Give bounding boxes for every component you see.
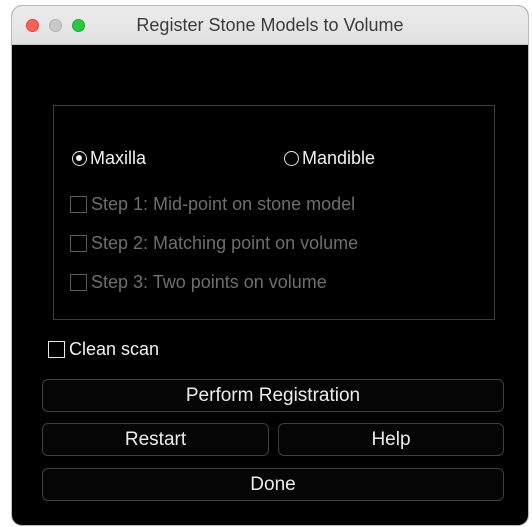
clean-scan-checkbox[interactable]: Clean scan (48, 339, 159, 360)
step-2-checkbox-box (70, 235, 87, 252)
step-1-checkbox-box (70, 196, 87, 213)
help-button[interactable]: Help (278, 423, 504, 456)
mandible-radio-indicator[interactable] (284, 151, 299, 166)
mandible-radio-label: Mandible (302, 148, 376, 168)
step-3-label: Step 3: Two points on volume (91, 272, 327, 292)
step-1-label: Step 1: Mid-point on stone model (91, 194, 356, 214)
step-2-checkbox: Step 2: Matching point on volume (70, 233, 358, 254)
done-button[interactable]: Done (42, 468, 504, 501)
maxilla-radio-label: Maxilla (90, 148, 147, 168)
step-3-checkbox-box (70, 274, 87, 291)
clean-scan-checkbox-box[interactable] (48, 341, 65, 358)
step-3-checkbox: Step 3: Two points on volume (70, 272, 327, 293)
step-1-checkbox: Step 1: Mid-point on stone model (70, 194, 355, 215)
window-title: Register Stone Models to Volume (136, 15, 404, 35)
maxilla-radio-indicator[interactable] (72, 151, 87, 166)
restart-button[interactable]: Restart (42, 423, 269, 456)
title-bar: Register Stone Models to Volume (12, 6, 528, 45)
mandible-radio[interactable]: Mandible (284, 148, 375, 169)
maxilla-radio[interactable]: Maxilla (72, 148, 146, 169)
perform-registration-button[interactable]: Perform Registration (42, 379, 504, 412)
clean-scan-label: Clean scan (69, 339, 160, 359)
step-2-label: Step 2: Matching point on volume (91, 233, 359, 253)
register-stone-models-window: Register Stone Models to Volume Maxilla … (12, 6, 528, 525)
